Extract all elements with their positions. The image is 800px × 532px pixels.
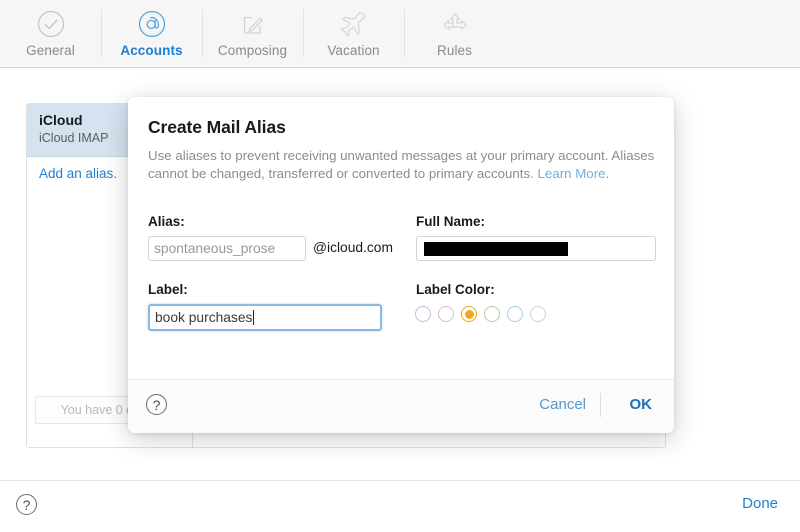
swatch-purple[interactable] [415, 306, 431, 322]
footer-divider [600, 393, 601, 417]
help-button[interactable]: ? [16, 494, 37, 515]
help-glyph: ? [22, 496, 31, 513]
cancel-button[interactable]: Cancel [539, 396, 586, 413]
done-label: Done [742, 495, 778, 512]
dialog-description-text-2: . [605, 165, 610, 181]
create-mail-alias-dialog: Create Mail Alias Use aliases to prevent… [128, 97, 674, 433]
toolbar-label-composing: Composing [217, 43, 288, 58]
swatch-pink[interactable] [438, 306, 454, 322]
label-field-label: Label: [148, 282, 188, 297]
toolbar-item-general[interactable]: General [0, 3, 101, 65]
window-footer: ? Done [0, 480, 800, 532]
toolbar-label-rules: Rules [436, 43, 472, 58]
toolbar-label-general: General [26, 43, 75, 58]
dialog-body: Create Mail Alias Use aliases to prevent… [128, 97, 674, 379]
rules-arrows-icon [440, 8, 470, 40]
learn-more-link[interactable]: Learn More [538, 166, 606, 181]
swatch-gray[interactable] [530, 306, 546, 322]
toolbar-item-rules[interactable]: Rules [404, 3, 505, 65]
swatch-orange[interactable] [461, 306, 477, 322]
ok-button[interactable]: OK [630, 396, 653, 413]
full-name-input[interactable] [416, 236, 656, 261]
swatch-blue[interactable] [507, 306, 523, 322]
dialog-title: Create Mail Alias [148, 117, 286, 137]
compose-pencil-icon [238, 8, 268, 40]
settings-toolbar: General Accounts Composing Vacation Rule… [0, 0, 800, 68]
text-caret [253, 310, 255, 325]
dialog-description: Use aliases to prevent receiving unwante… [148, 147, 660, 182]
question-mark-icon: ? [146, 394, 167, 415]
alias-input-value: spontaneous_prose [154, 241, 276, 256]
question-mark-icon: ? [16, 494, 37, 515]
ok-label: OK [629, 396, 653, 413]
add-an-alias-label: Add an alias. [39, 166, 118, 181]
swatch-orange-dot [464, 309, 474, 319]
done-button[interactable]: Done [742, 495, 778, 512]
checkmark-circle-icon [36, 8, 66, 40]
label-color-field-label: Label Color: [416, 282, 495, 297]
label-input[interactable]: book purchases [148, 304, 382, 331]
redaction-bar [424, 241, 568, 256]
toolbar-label-accounts: Accounts [120, 43, 183, 58]
full-name-field-label: Full Name: [416, 214, 486, 229]
alias-domain-suffix: @icloud.com [313, 240, 393, 255]
toolbar-item-composing[interactable]: Composing [202, 3, 303, 65]
at-sign-circle-icon [137, 8, 167, 40]
dialog-help-button[interactable]: ? [146, 394, 167, 415]
alias-input[interactable]: spontaneous_prose [148, 236, 306, 261]
dialog-help-glyph: ? [152, 396, 161, 413]
swatch-green[interactable] [484, 306, 500, 322]
airplane-icon [338, 8, 370, 40]
dialog-footer: ? Cancel OK [128, 379, 674, 433]
label-color-swatches [415, 306, 546, 322]
toolbar-item-vacation[interactable]: Vacation [303, 3, 404, 65]
cancel-label: Cancel [539, 396, 586, 413]
alias-field-label: Alias: [148, 214, 185, 229]
toolbar-label-vacation: Vacation [327, 43, 380, 58]
label-input-value: book purchases [155, 310, 253, 325]
toolbar-item-accounts[interactable]: Accounts [101, 3, 202, 65]
